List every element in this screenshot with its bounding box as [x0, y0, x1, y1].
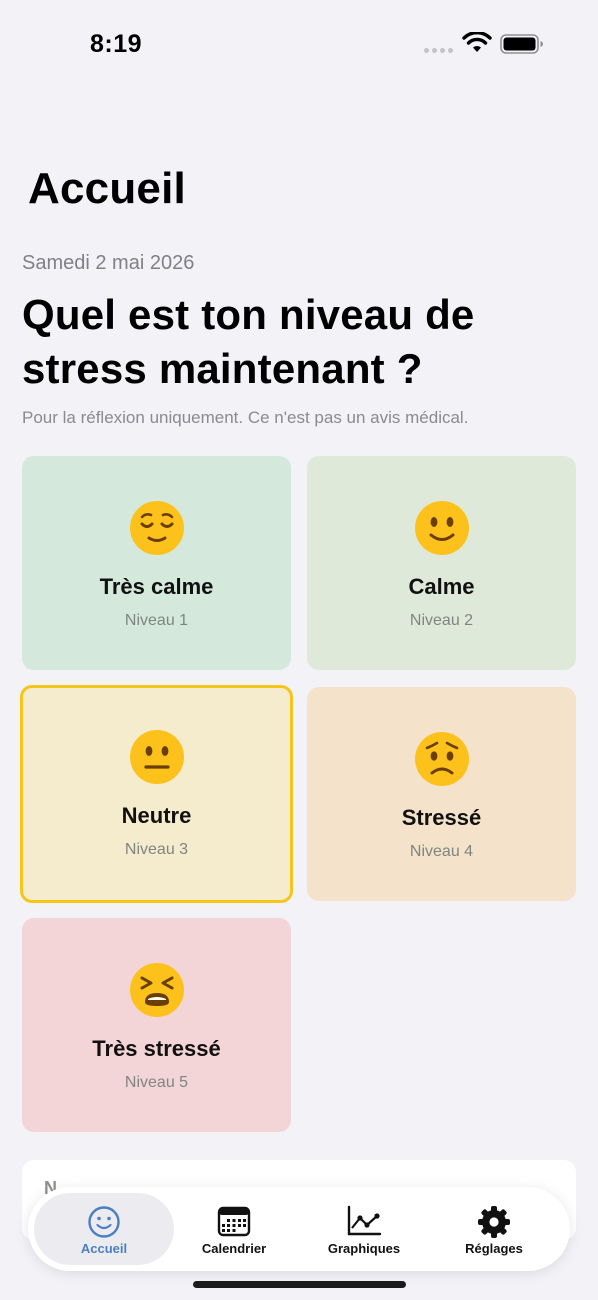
tab-reglages[interactable]: Réglages	[424, 1193, 564, 1265]
wifi-icon	[462, 31, 492, 59]
date-label: Samedi 2 mai 2026	[22, 252, 195, 274]
signal-dots-icon	[424, 48, 454, 54]
tab-accueil[interactable]: Accueil	[34, 1193, 174, 1265]
neutral-face-icon	[23, 729, 290, 785]
mood-level: Niveau 2	[409, 612, 474, 629]
tab-label: Réglages	[465, 1241, 523, 1256]
tab-calendrier[interactable]: Calendrier	[164, 1193, 304, 1265]
tab-label: Accueil	[80, 1241, 128, 1256]
mood-level: Niveau 3	[124, 841, 189, 858]
disclaimer-text: Pour la réflexion uniquement. Ce n'est p…	[22, 408, 469, 427]
mood-label: Neutre	[121, 803, 192, 828]
tab-bar: Accueil Calendrier Graphiques Réglages	[28, 1187, 570, 1271]
gear-icon	[424, 1205, 564, 1239]
smiley-icon	[34, 1205, 174, 1239]
home-indicator	[193, 1281, 406, 1288]
mood-card-stresse[interactable]: Stressé Niveau 4	[307, 687, 576, 901]
mood-level: Niveau 1	[124, 612, 189, 629]
mood-card-neutre[interactable]: Neutre Niveau 3	[20, 685, 293, 903]
mood-card-calme[interactable]: Calme Niveau 2	[307, 456, 576, 670]
status-bar: 8:19	[0, 0, 598, 90]
page-title: Accueil	[28, 164, 186, 213]
mood-label: Très calme	[99, 574, 214, 599]
stress-question: Quel est ton niveau de stress maintenant…	[22, 291, 475, 392]
mood-label: Calme	[408, 574, 475, 599]
tired-face-icon	[22, 962, 291, 1018]
mood-level: Niveau 4	[409, 843, 474, 860]
mood-card-tres-calme[interactable]: Très calme Niveau 1	[22, 456, 291, 670]
status-time: 8:19	[90, 30, 143, 58]
tab-graphiques[interactable]: Graphiques	[294, 1193, 434, 1265]
calendar-icon	[164, 1205, 304, 1237]
mood-label: Très stressé	[92, 1036, 221, 1061]
mood-level: Niveau 5	[124, 1074, 189, 1091]
tab-label: Calendrier	[201, 1241, 267, 1256]
worried-face-icon	[307, 731, 576, 787]
tab-label: Graphiques	[327, 1241, 401, 1256]
mood-label: Stressé	[401, 805, 482, 830]
mood-card-tres-stresse[interactable]: Très stressé Niveau 5	[22, 918, 291, 1132]
slightly-smiling-face-icon	[307, 500, 576, 556]
chart-icon	[294, 1205, 434, 1237]
relieved-face-icon	[22, 500, 291, 556]
battery-icon	[500, 34, 544, 59]
